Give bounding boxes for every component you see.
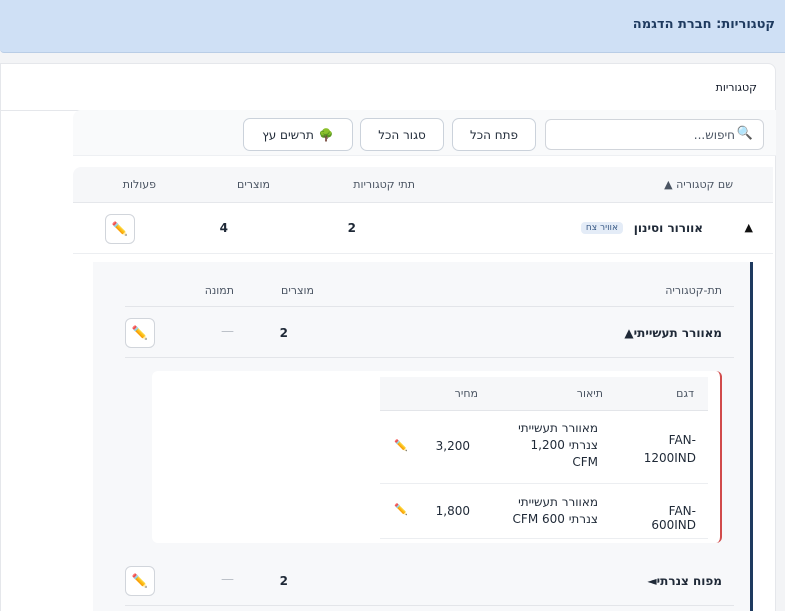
product-model: FAN-600IND [651,504,696,532]
header-products: מוצרים [237,178,270,191]
subcategory-name[interactable]: מפוח צנרתי◄ [647,574,722,588]
subcategory-name[interactable]: מאוורר תעשייתי▲ [624,326,722,340]
tree-icon: 🌳 [318,127,334,142]
subcategory-product-count: 2 [279,326,288,340]
subcategory-product-count: 2 [279,574,288,588]
search-input[interactable] [555,126,735,144]
header-price: מחיר [454,387,478,400]
subcategory-panel: תת-קטגוריה מוצרים תמונה מאוורר תעשייתי▲ … [93,262,753,611]
open-all-button[interactable]: פתח הכל [452,118,536,151]
pencil-icon: ✏️ [131,573,149,589]
card-title: קטגוריות [715,81,757,94]
collapse-toggle-icon[interactable]: ▲ [745,221,753,234]
category-badge: אוויר צח [580,222,623,234]
header-category-name[interactable]: שם קטגוריה ▲ [664,178,733,191]
toolbar: 🔍 פתח הכל סגור הכל 🌳 תרשים עץ [73,110,776,156]
search-icon: 🔍 [736,126,753,141]
edit-category-button[interactable]: ✏️ [105,214,135,244]
product-row: FAN-600IND מאוורר תעשייתי צנרתי CFM 600 … [380,484,708,539]
pencil-icon: ✏️ [111,221,129,237]
subcategory-image: — [221,572,234,587]
product-price: 1,800 [435,504,470,518]
close-all-label: סגור הכל [378,127,426,142]
product-row: FAN-1200IND מאוורר תעשייתי צנרתי 1,200 C… [380,411,708,484]
tree-chart-label: תרשים עץ [262,127,314,142]
search-box[interactable]: 🔍 [545,119,764,150]
header-description: תיאור [576,387,603,400]
product-count: 4 [219,221,228,235]
subcategory-image: — [221,324,234,339]
product-model: FAN-1200IND [643,433,696,465]
subcategory-table-header: תת-קטגוריה מוצרים תמונה [125,272,734,307]
subcategory-row: מפוח צנרתי◄ 2 — ✏️ [125,556,734,606]
pencil-icon[interactable]: ✏️ [394,503,408,516]
products-table-header: דגם תיאור מחיר [380,377,708,411]
card-header: קטגוריות [0,64,775,111]
product-price: 3,200 [435,439,470,453]
product-description: מאוורר תעשייתי צנרתי 1,200 CFM [518,421,598,469]
table-row: ▲ אוורור וסינון אוויר צח 2 4 ✏️ [73,204,773,254]
header-sub-products: מוצרים [281,284,314,297]
header-actions: פעולות [122,178,156,191]
pencil-icon[interactable]: ✏️ [394,439,408,452]
open-all-label: פתח הכל [469,127,519,142]
header-subcategories: תתי קטגוריות [353,178,415,191]
categories-table-header: שם קטגוריה ▲ תתי קטגוריות מוצרים פעולות [73,167,773,203]
header-model: דגם [676,387,694,400]
close-all-button[interactable]: סגור הכל [360,118,444,151]
subcategory-row: מאוורר תעשייתי▲ 2 — ✏️ [125,308,734,358]
header-image: תמונה [204,284,234,297]
edit-subcategory-button[interactable]: ✏️ [125,318,155,348]
category-name: אוורור וסינון [633,221,703,235]
pencil-icon: ✏️ [131,325,149,341]
edit-subcategory-button[interactable]: ✏️ [125,566,155,596]
subcategory-count: 2 [347,221,356,235]
page-header: קטגוריות: חברת הדגמה [0,0,785,53]
header-subcategory: תת-קטגוריה [665,284,722,297]
products-panel: דגם תיאור מחיר FAN-1200IND מאוורר תעשיית… [152,371,722,543]
page-title: קטגוריות: חברת הדגמה [632,17,775,32]
tree-chart-button[interactable]: 🌳 תרשים עץ [243,118,353,151]
product-description: מאוורר תעשייתי צנרתי CFM 600 [512,495,598,526]
